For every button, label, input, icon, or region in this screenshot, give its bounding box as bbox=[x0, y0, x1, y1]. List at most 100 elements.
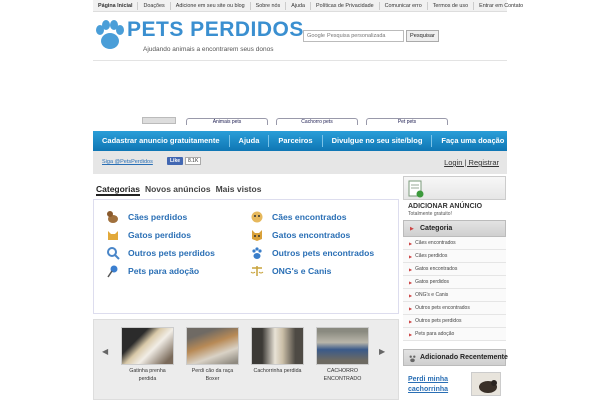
facebook-like-widget[interactable]: Like 8.1K bbox=[167, 156, 202, 165]
carousel-caption: CACHORRO ENCONTRADO bbox=[323, 368, 362, 382]
carousel-next-icon[interactable]: ▶ bbox=[379, 347, 385, 356]
top-nav-home[interactable]: Página Inicial bbox=[93, 1, 139, 10]
sidebar-category-label: Categoria bbox=[420, 225, 453, 232]
ad-choices-icon[interactable] bbox=[142, 117, 176, 124]
carousel-prev-icon[interactable]: ◀ bbox=[102, 347, 108, 356]
carousel-item[interactable]: CACHORRO ENCONTRADO bbox=[316, 327, 369, 383]
category-box: Cães perdidos Gatos perdidos Outros pets… bbox=[93, 199, 399, 314]
dog-face-icon bbox=[250, 210, 264, 224]
top-nav-donations[interactable]: Doações bbox=[138, 1, 171, 10]
category-found-other-pets[interactable]: Outros pets encontrados bbox=[250, 244, 374, 262]
login-register-link[interactable]: Login | Registrar bbox=[444, 158, 499, 167]
logo-title: PETS PERDIDOS bbox=[127, 18, 304, 41]
category-label: Cães encontrados bbox=[272, 212, 347, 222]
recent-heading-label: Adicionado Recentemente bbox=[420, 354, 508, 361]
ad-link-1[interactable]: Animais pets bbox=[186, 118, 268, 125]
triangle-icon: ▶ bbox=[409, 305, 413, 311]
tab-bar: Categorias Novos anúncios Mais vistos bbox=[96, 184, 266, 196]
add-ad-banner[interactable] bbox=[403, 176, 506, 200]
top-navigation: Página Inicial Doações Adicione em seu s… bbox=[93, 0, 523, 12]
facebook-like-button[interactable]: Like bbox=[167, 156, 184, 165]
triangle-icon: ▶ bbox=[409, 292, 413, 298]
dog-icon bbox=[106, 210, 120, 224]
category-label: Gatos perdidos bbox=[128, 230, 192, 240]
category-lost-cats[interactable]: Gatos perdidos bbox=[106, 226, 215, 244]
recent-ad-photo[interactable] bbox=[471, 372, 501, 396]
sidebar-category-item[interactable]: ▶ Cães perdidos bbox=[403, 250, 506, 263]
facebook-like-count: 8.1K bbox=[185, 156, 202, 165]
top-nav-add-to-site[interactable]: Adicione em seu site ou blog bbox=[171, 1, 251, 10]
tab-new-ads[interactable]: Novos anúncios bbox=[145, 184, 211, 194]
top-nav-about[interactable]: Sobre nós bbox=[251, 1, 287, 10]
triangle-icon: ▶ bbox=[409, 240, 413, 246]
category-found-dogs[interactable]: Cães encontrados bbox=[250, 208, 374, 226]
social-bar: Siga @PetsPerdidos Like 8.1K Login | Reg… bbox=[93, 151, 507, 174]
nav-partners[interactable]: Parceiros bbox=[269, 135, 323, 147]
magnifier-icon bbox=[106, 246, 120, 260]
sidebar-category-item[interactable]: ▶ Outros pets encontrados bbox=[403, 302, 506, 315]
site-logo[interactable]: PETS PERDIDOS Ajudando animais a encontr… bbox=[93, 18, 303, 58]
paw-icon bbox=[250, 246, 264, 260]
triangle-icon: ▶ bbox=[409, 331, 413, 337]
top-nav-contact[interactable]: Entrar em Contato bbox=[474, 2, 528, 10]
category-label: ONG's e Canis bbox=[272, 266, 332, 276]
carousel-caption: Perdi cão da raça Boxer bbox=[191, 368, 234, 382]
recent-heading: Adicionado Recentemente bbox=[403, 349, 508, 366]
sidebar-category-item[interactable]: ▶ Gatos encontrados bbox=[403, 263, 506, 276]
ad-link-2[interactable]: Cachorro pets bbox=[276, 118, 358, 125]
ad-strip: Animais pets Cachorro pets Pet pets bbox=[140, 117, 500, 125]
search-form: Google Pesquisar bbox=[303, 30, 439, 42]
cat-icon bbox=[106, 228, 120, 242]
add-document-icon bbox=[408, 180, 424, 198]
category-found-cats[interactable]: Gatos encontrados bbox=[250, 226, 374, 244]
category-list-right: Cães encontrados Gatos encontrados Outro… bbox=[250, 208, 374, 280]
category-ngos-kennels[interactable]: ONG's e Canis bbox=[250, 262, 374, 280]
sidebar-category-item[interactable]: ▶ Outros pets perdidos bbox=[403, 315, 506, 328]
category-list-left: Cães perdidos Gatos perdidos Outros pets… bbox=[106, 208, 215, 280]
sidebar-category-item[interactable]: ▶ Cães encontrados bbox=[403, 237, 506, 250]
nav-help[interactable]: Ajuda bbox=[230, 135, 270, 147]
nav-share[interactable]: Divulgue no seu site/blog bbox=[323, 135, 433, 147]
category-label: Outros pets encontrados bbox=[272, 248, 375, 258]
tab-most-viewed[interactable]: Mais vistos bbox=[216, 184, 262, 194]
category-label: Gatos encontrados bbox=[272, 230, 351, 240]
top-nav-report-error[interactable]: Comunicar erro bbox=[380, 1, 428, 10]
paw-logo-icon bbox=[96, 20, 124, 49]
pet-photo bbox=[316, 327, 369, 365]
category-adoption[interactable]: Pets para adoção bbox=[106, 262, 215, 280]
search-box: Google bbox=[303, 30, 404, 42]
search-input[interactable] bbox=[327, 31, 400, 41]
pet-photo bbox=[251, 327, 304, 365]
carousel-item[interactable]: Perdi cão da raça Boxer bbox=[186, 327, 239, 383]
sidebar-category-item[interactable]: ▶ Gatos perdidos bbox=[403, 276, 506, 289]
sidebar-category-item[interactable]: ▶ Pets para adoção bbox=[403, 328, 506, 341]
sidebar-category-list: ▶ Cães encontrados ▶ Cães perdidos ▶ Gatos … bbox=[403, 237, 506, 341]
tab-categories[interactable]: Categorias bbox=[96, 184, 140, 196]
add-ad-subtitle: Totalmente gratuito! bbox=[408, 211, 452, 217]
carousel-item[interactable]: Gatinha prenha perdida bbox=[121, 327, 174, 383]
top-nav-terms[interactable]: Termos de uso bbox=[428, 1, 475, 10]
carousel-item[interactable]: Cachorrinha perdida bbox=[251, 327, 304, 375]
sidebar-category-heading: ▶ Categoria bbox=[403, 220, 506, 237]
nav-register-ad[interactable]: Cadastrar anuncio gratuitamente bbox=[93, 135, 230, 147]
ad-link-3[interactable]: Pet pets bbox=[366, 118, 448, 125]
sidebar: ADICIONAR ANÚNCIO Totalmente gratuito! ▶… bbox=[403, 176, 508, 400]
cat-face-icon bbox=[250, 228, 264, 242]
scales-icon bbox=[250, 264, 264, 278]
recent-ad-link[interactable]: Perdi minha cachorrinha bbox=[408, 375, 468, 395]
paw-small-icon bbox=[409, 355, 416, 363]
sidebar-category-item[interactable]: ▶ ONG's e Canis bbox=[403, 289, 506, 302]
twitter-follow-link[interactable]: Siga @PetsPerdidos bbox=[102, 159, 153, 165]
category-lost-other-pets[interactable]: Outros pets perdidos bbox=[106, 244, 215, 262]
pin-icon bbox=[106, 264, 120, 278]
category-lost-dogs[interactable]: Cães perdidos bbox=[106, 208, 215, 226]
add-ad-title[interactable]: ADICIONAR ANÚNCIO bbox=[408, 203, 482, 210]
top-nav-help[interactable]: Ajuda bbox=[286, 1, 312, 10]
category-label: Outros pets perdidos bbox=[128, 248, 215, 258]
nav-donate[interactable]: Faça uma doação bbox=[432, 135, 513, 147]
carousel-caption: Cachorrinha perdida bbox=[253, 368, 302, 374]
search-button[interactable]: Pesquisar bbox=[406, 30, 439, 42]
top-nav-privacy[interactable]: Políticas de Privacidade bbox=[311, 1, 380, 10]
pet-photo bbox=[186, 327, 239, 365]
categories-panel: Categorias Novos anúncios Mais vistos Cã… bbox=[93, 184, 399, 314]
